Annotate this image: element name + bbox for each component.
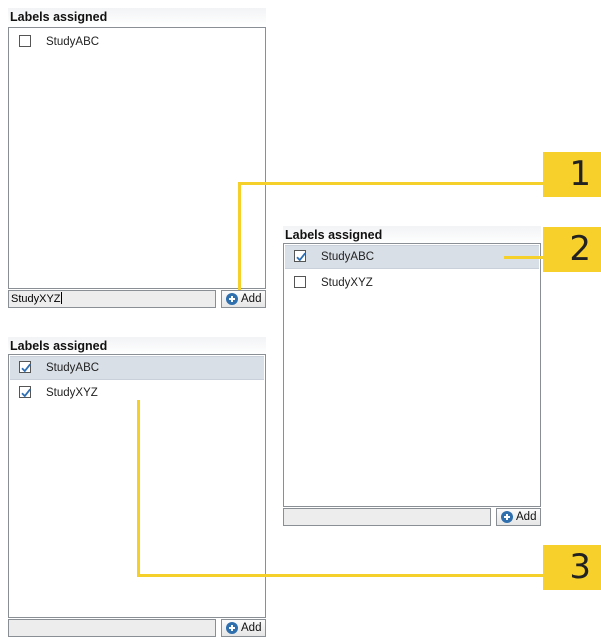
checkbox-checked[interactable] (19, 361, 31, 373)
plus-circle-icon (501, 511, 513, 523)
add-label-row: Add (283, 508, 541, 526)
label-input[interactable]: StudyXYZ (8, 290, 216, 308)
add-button[interactable]: Add (221, 290, 266, 308)
plus-circle-icon (226, 293, 238, 305)
callout-3-badge: 3 (543, 545, 601, 590)
item-label: StudyABC (321, 251, 375, 263)
callout-3-line-horizontal (137, 574, 544, 577)
add-button[interactable]: Add (221, 619, 266, 637)
list-item[interactable]: StudyABC (10, 30, 264, 54)
plus-circle-icon (226, 622, 238, 634)
callout-2-badge: 2 (543, 227, 601, 272)
add-label-row: Add (8, 619, 266, 637)
panel-title: Labels assigned (283, 226, 541, 244)
labels-list[interactable]: StudyABC (8, 27, 266, 289)
labels-list[interactable]: StudyABC StudyXYZ (283, 243, 541, 507)
checkmark-icon (21, 363, 31, 373)
item-label: StudyABC (46, 36, 100, 48)
list-item-selected[interactable]: StudyABC (285, 245, 539, 269)
checkmark-icon (296, 252, 306, 262)
labels-panel-b: Labels assigned StudyABC StudyXYZ Add (283, 226, 541, 528)
add-label-row: StudyXYZ Add (8, 290, 266, 308)
add-button[interactable]: Add (496, 508, 541, 526)
checkbox-checked[interactable] (294, 250, 306, 262)
item-label: StudyABC (46, 362, 100, 374)
panel-title: Labels assigned (8, 337, 266, 355)
callout-1-badge: 1 (543, 152, 601, 197)
callout-2-line (504, 256, 544, 259)
callout-3-line-vertical (137, 400, 140, 577)
add-button-label: Add (241, 293, 262, 305)
label-input[interactable] (8, 619, 216, 637)
item-label: StudyXYZ (46, 387, 98, 399)
checkbox-checked[interactable] (19, 386, 31, 398)
checkbox-unchecked[interactable] (294, 276, 306, 288)
panel-title: Labels assigned (8, 8, 266, 26)
label-input-value: StudyXYZ (11, 293, 61, 305)
list-item[interactable]: StudyXYZ (285, 271, 539, 295)
add-button-label: Add (241, 622, 262, 634)
checkmark-icon (21, 388, 31, 398)
text-caret (60, 292, 62, 304)
list-item-selected[interactable]: StudyABC (10, 356, 264, 380)
labels-panel-a: Labels assigned StudyABC StudyXYZ Add (8, 8, 266, 310)
add-button-label: Add (516, 511, 537, 523)
label-input[interactable] (283, 508, 491, 526)
checkbox-unchecked[interactable] (19, 35, 31, 47)
callout-1-line-vertical (238, 182, 241, 290)
item-label: StudyXYZ (321, 277, 373, 289)
callout-1-line-horizontal (238, 182, 544, 185)
